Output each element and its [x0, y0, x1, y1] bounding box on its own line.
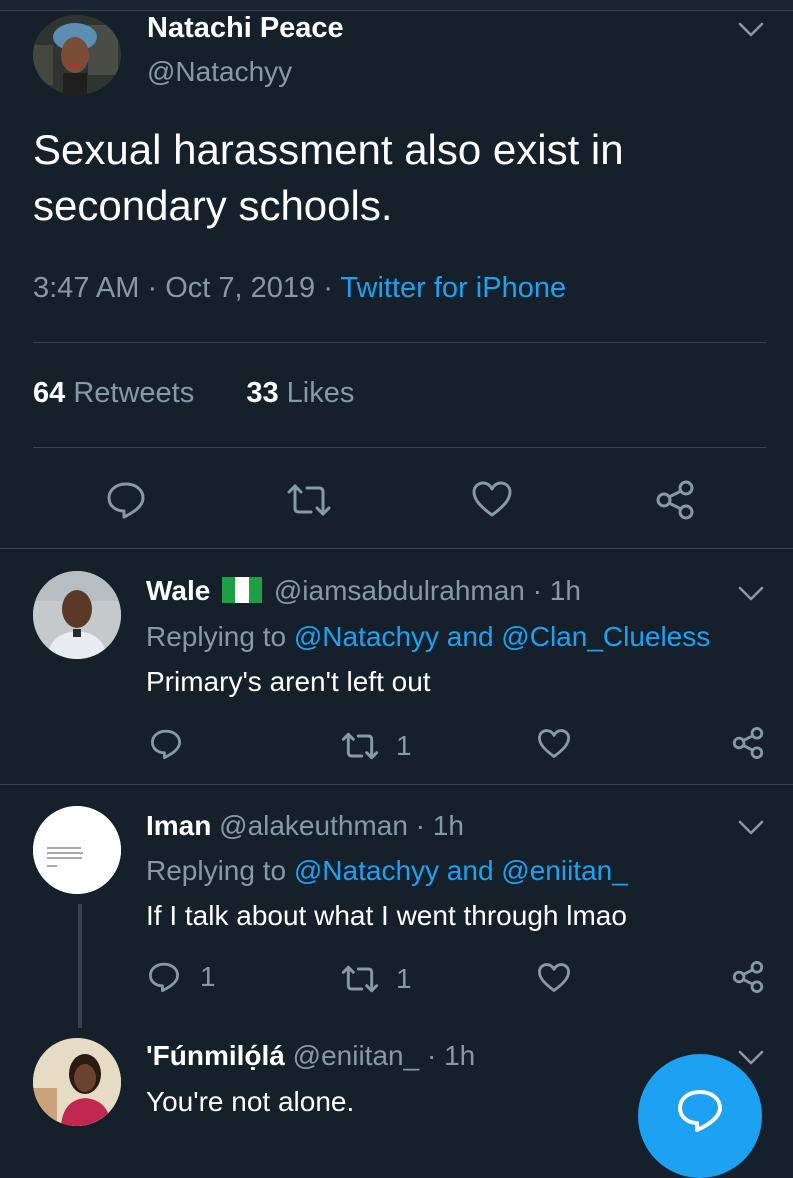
like-button[interactable] [537, 962, 571, 993]
like-button[interactable] [471, 480, 513, 518]
share-button[interactable] [654, 479, 696, 521]
reply-time: · 1h [532, 575, 581, 606]
reply-time: · 1h [415, 810, 464, 841]
replying-to: Replying to @Natachyy and @Clan_Clueless [146, 621, 710, 653]
reply-author-handle[interactable]: @alakeuthman [219, 810, 408, 841]
chevron-down-icon[interactable] [738, 586, 764, 602]
mention-link[interactable]: @Natachyy [294, 855, 439, 886]
reply-author-name[interactable]: Wale [146, 575, 210, 606]
share-nodes-icon [732, 727, 764, 759]
reply-author-handle[interactable]: @eniitan_ [293, 1040, 420, 1071]
mention-link[interactable]: @eniitan_ [501, 855, 628, 886]
meta-separator: · [323, 272, 333, 304]
reply-text: You're not alone. [146, 1086, 355, 1117]
divider [33, 342, 766, 343]
and-word: and [446, 621, 494, 652]
share-nodes-icon [732, 961, 764, 993]
mention-link[interactable]: @Natachyy [294, 621, 439, 652]
heart-icon [472, 481, 512, 517]
retweet-count: 1 [396, 730, 412, 761]
speech-bubble-icon [151, 729, 181, 759]
speech-bubble-icon [149, 962, 179, 992]
nigeria-flag-icon [222, 577, 263, 610]
replying-to: Replying to @Natachyy and @eniitan_ [146, 855, 628, 887]
likes-count: 33 [246, 377, 279, 409]
divider [33, 447, 766, 448]
replying-to-label: Replying to [146, 855, 287, 886]
reply-header: 'Fúnmilọ́lá @eniitan_ · 1h [146, 1040, 475, 1072]
chevron-down-icon[interactable] [738, 820, 764, 836]
chevron-down-icon[interactable] [738, 22, 764, 38]
compose-reply-button[interactable] [638, 1054, 762, 1178]
retweets-count: 64 [33, 377, 66, 409]
share-nodes-icon [656, 480, 694, 520]
retweet-arrows-icon [341, 965, 379, 993]
engagement-stats: 64 Retweets 33 Likes [33, 377, 354, 410]
mention-link[interactable]: @Clan_Clueless [501, 621, 710, 652]
reply-avatar[interactable] [33, 571, 121, 659]
share-button[interactable] [731, 726, 765, 760]
tweet-text-line: secondary schools. [33, 182, 393, 229]
compose-reply-icon [678, 1090, 722, 1132]
reply-header: Wale @iamsabdulrahman · 1h [146, 575, 581, 610]
likes-label: Likes [286, 377, 355, 409]
retweet-button[interactable] [285, 482, 333, 518]
speech-bubble-icon [107, 482, 145, 519]
author-handle[interactable]: @Natachyy [147, 56, 292, 88]
reply-author-handle[interactable]: @iamsabdulrahman [274, 575, 525, 606]
reply-count: 1 [200, 961, 216, 992]
tweet-text: Sexual harassment also exist in secondar… [33, 122, 624, 234]
divider [0, 784, 793, 785]
tweet-text-line: Sexual harassment also exist in [33, 126, 624, 173]
and-word: and [446, 855, 494, 886]
retweet-button[interactable]: 1 [340, 730, 412, 762]
reply-header: Iman @alakeuthman · 1h [146, 810, 464, 842]
reply-button[interactable]: 1 [148, 961, 216, 993]
like-button[interactable] [537, 728, 571, 759]
replying-to-label: Replying to [146, 621, 287, 652]
author-name[interactable]: Natachi Peace [147, 12, 344, 45]
author-avatar[interactable] [33, 15, 121, 95]
tweet-date: Oct 7, 2019 [165, 272, 316, 304]
reply-author-name[interactable]: 'Fúnmilọ́lá [146, 1040, 285, 1071]
meta-separator: · [147, 272, 158, 304]
tweet-source-link[interactable]: Twitter for iPhone [340, 272, 566, 304]
retweet-arrows-icon [287, 484, 331, 516]
reply-avatar[interactable] [33, 1038, 121, 1126]
retweets-stat[interactable]: 64 Retweets [33, 377, 194, 409]
top-edge [0, 0, 793, 11]
tweet-time: 3:47 AM [33, 272, 140, 304]
reply-text: Primary's aren't left out [146, 666, 431, 697]
retweets-label: Retweets [73, 377, 195, 409]
reply-avatar[interactable] [33, 806, 121, 894]
thread-connector [78, 904, 82, 1028]
heart-icon [538, 729, 570, 758]
retweet-arrows-icon [341, 732, 379, 760]
retweet-count: 1 [396, 963, 412, 994]
retweet-button[interactable]: 1 [340, 963, 412, 995]
likes-stat[interactable]: 33 Likes [246, 377, 354, 409]
reply-author-name[interactable]: Iman [146, 810, 211, 841]
tweet-meta: 3:47 AM · Oct 7, 2019 · Twitter for iPho… [33, 272, 566, 305]
heart-icon [538, 963, 570, 992]
reply-button[interactable] [150, 728, 182, 760]
divider [0, 548, 793, 549]
reply-button[interactable] [106, 480, 146, 520]
reply-text: If I talk about what I went through lmao [146, 900, 627, 931]
share-button[interactable] [731, 960, 765, 994]
reply-time: · 1h [426, 1040, 476, 1071]
